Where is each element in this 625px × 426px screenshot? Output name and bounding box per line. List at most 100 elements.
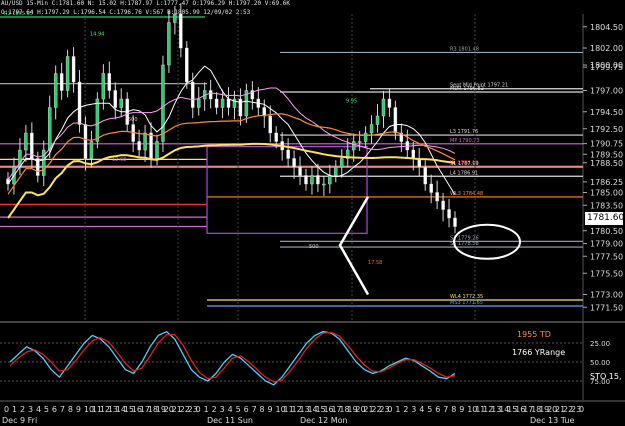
x-tick-label: 8 bbox=[68, 405, 73, 414]
candle-body bbox=[393, 107, 398, 134]
candle-body bbox=[381, 98, 386, 117]
x-day-label: Dec 9 Fri bbox=[2, 416, 37, 425]
candle-body bbox=[340, 158, 344, 168]
candle-body bbox=[208, 90, 213, 100]
candle-body bbox=[220, 98, 225, 108]
x-tick-label: 2 bbox=[403, 405, 408, 414]
x-tick-label: 6 bbox=[435, 405, 440, 414]
x-tick-label: 0 bbox=[387, 405, 392, 414]
candle-body bbox=[83, 124, 88, 159]
x-tick-label: 9 bbox=[76, 405, 81, 414]
candle-body bbox=[387, 98, 392, 108]
candle-body bbox=[143, 132, 147, 151]
y-tick-label: 1804.50 bbox=[590, 23, 623, 32]
candle-body bbox=[137, 141, 141, 151]
candle-body bbox=[179, 13, 183, 49]
y-tick-label: 1775.50 bbox=[590, 269, 623, 278]
level-label: L3 1791.76 bbox=[450, 129, 478, 135]
x-tick-label: 1 bbox=[395, 405, 400, 414]
moving-average bbox=[7, 113, 456, 195]
candle-body bbox=[435, 192, 439, 202]
x-tick-label: 3 bbox=[28, 405, 33, 414]
chart-annotation: 500 bbox=[309, 244, 319, 250]
sto-label: STO 15, bbox=[590, 372, 622, 381]
x-tick-label: 3 bbox=[411, 405, 416, 414]
candle-body bbox=[113, 90, 117, 108]
x-tick-label: 8 bbox=[260, 405, 265, 414]
candle-body bbox=[185, 47, 189, 83]
y-tick-label: 1797.00 bbox=[590, 87, 623, 96]
candle-body bbox=[48, 107, 52, 151]
x-tick-label: 2 bbox=[212, 405, 217, 414]
candle-body bbox=[334, 166, 338, 176]
candle-body bbox=[53, 73, 58, 108]
x-tick-label: 0 bbox=[579, 405, 584, 414]
y-tick-label: 1771.50 bbox=[590, 303, 623, 312]
x-tick-label: 0 bbox=[196, 405, 201, 414]
y-tick-label: 1786.25 bbox=[590, 178, 623, 187]
x-tick-label: 1 bbox=[12, 405, 17, 414]
current-price-box: 1781.60 bbox=[585, 212, 625, 225]
x-tick-label: 2 bbox=[20, 405, 25, 414]
candle-body bbox=[191, 81, 195, 108]
x-tick-label: 5 bbox=[427, 405, 432, 414]
y-tick-label: 1792.50 bbox=[590, 125, 623, 134]
candle-body bbox=[441, 200, 445, 210]
x-tick-label: 9 bbox=[268, 405, 273, 414]
candle-body bbox=[149, 132, 153, 159]
candle-body bbox=[95, 98, 100, 142]
candle-body bbox=[24, 132, 28, 151]
stoch-tick-label: 25.00 bbox=[590, 340, 610, 348]
moving-average bbox=[7, 142, 456, 219]
x-tick-label: 3 bbox=[220, 405, 225, 414]
y-tick-label: 1794.50 bbox=[590, 108, 623, 117]
stoch-d-line bbox=[9, 331, 456, 383]
candle-body bbox=[89, 141, 94, 159]
chart-annotation: 14.94 bbox=[90, 31, 104, 37]
bracket-annotation bbox=[338, 196, 370, 296]
candle-body bbox=[292, 158, 296, 168]
candle-body bbox=[310, 175, 314, 185]
candle-body bbox=[357, 141, 362, 143]
chart-annotation: 12.68 bbox=[112, 157, 126, 163]
candle-body bbox=[304, 175, 308, 185]
x-tick-label: 5 bbox=[44, 405, 49, 414]
x-tick-label: 6 bbox=[52, 405, 57, 414]
y-tick-label: 1779.00 bbox=[590, 240, 623, 249]
x-day-label: Dec 11 Sun bbox=[207, 416, 253, 425]
candle-body bbox=[59, 73, 64, 91]
chart-annotation: 9.95 bbox=[346, 98, 357, 104]
candle-body bbox=[316, 175, 320, 185]
candle-body bbox=[423, 166, 427, 185]
level-label: MS3 1771.65 bbox=[450, 300, 483, 306]
candle-body bbox=[411, 149, 415, 159]
x-day-label: Dec 12 Mon bbox=[300, 416, 348, 425]
chart-canvas: 1804.501802.001800.001799.751797.001794.… bbox=[0, 3, 625, 425]
x-tick-label: 8 bbox=[451, 405, 456, 414]
td-label: 1955 TD bbox=[517, 330, 551, 339]
candle-body bbox=[71, 56, 76, 83]
y-tick-label: 1773.00 bbox=[590, 291, 623, 300]
candle-body bbox=[167, 22, 171, 66]
chart-header: AU/USD 15-Min C:1781.60 N: 15.02 H:1787.… bbox=[1, 0, 290, 7]
candle-body bbox=[453, 217, 457, 227]
x-tick-label: 7 bbox=[443, 405, 448, 414]
x-tick-label: 1 bbox=[204, 405, 209, 414]
candle-body bbox=[298, 166, 302, 176]
candle-body bbox=[447, 209, 451, 219]
y-tick-label: 1788.50 bbox=[590, 159, 623, 168]
x-tick-label: 9 bbox=[459, 405, 464, 414]
moving-average bbox=[7, 65, 456, 195]
x-tick-label: 4 bbox=[228, 405, 233, 414]
y-tick-label: 1785.00 bbox=[590, 189, 623, 198]
x-tick-label: 7 bbox=[60, 405, 65, 414]
x-tick-label: 4 bbox=[419, 405, 424, 414]
yrange-label: 1766 YRange bbox=[512, 348, 566, 357]
x-day-label: Dec 13 Tue bbox=[530, 416, 574, 425]
x-tick-label: 5 bbox=[236, 405, 241, 414]
candle-body bbox=[77, 81, 82, 125]
y-tick-label: 1799.75 bbox=[590, 63, 623, 72]
y-tick-label: 1790.75 bbox=[590, 140, 623, 149]
candle-body bbox=[107, 73, 112, 91]
candle-body bbox=[226, 98, 231, 108]
